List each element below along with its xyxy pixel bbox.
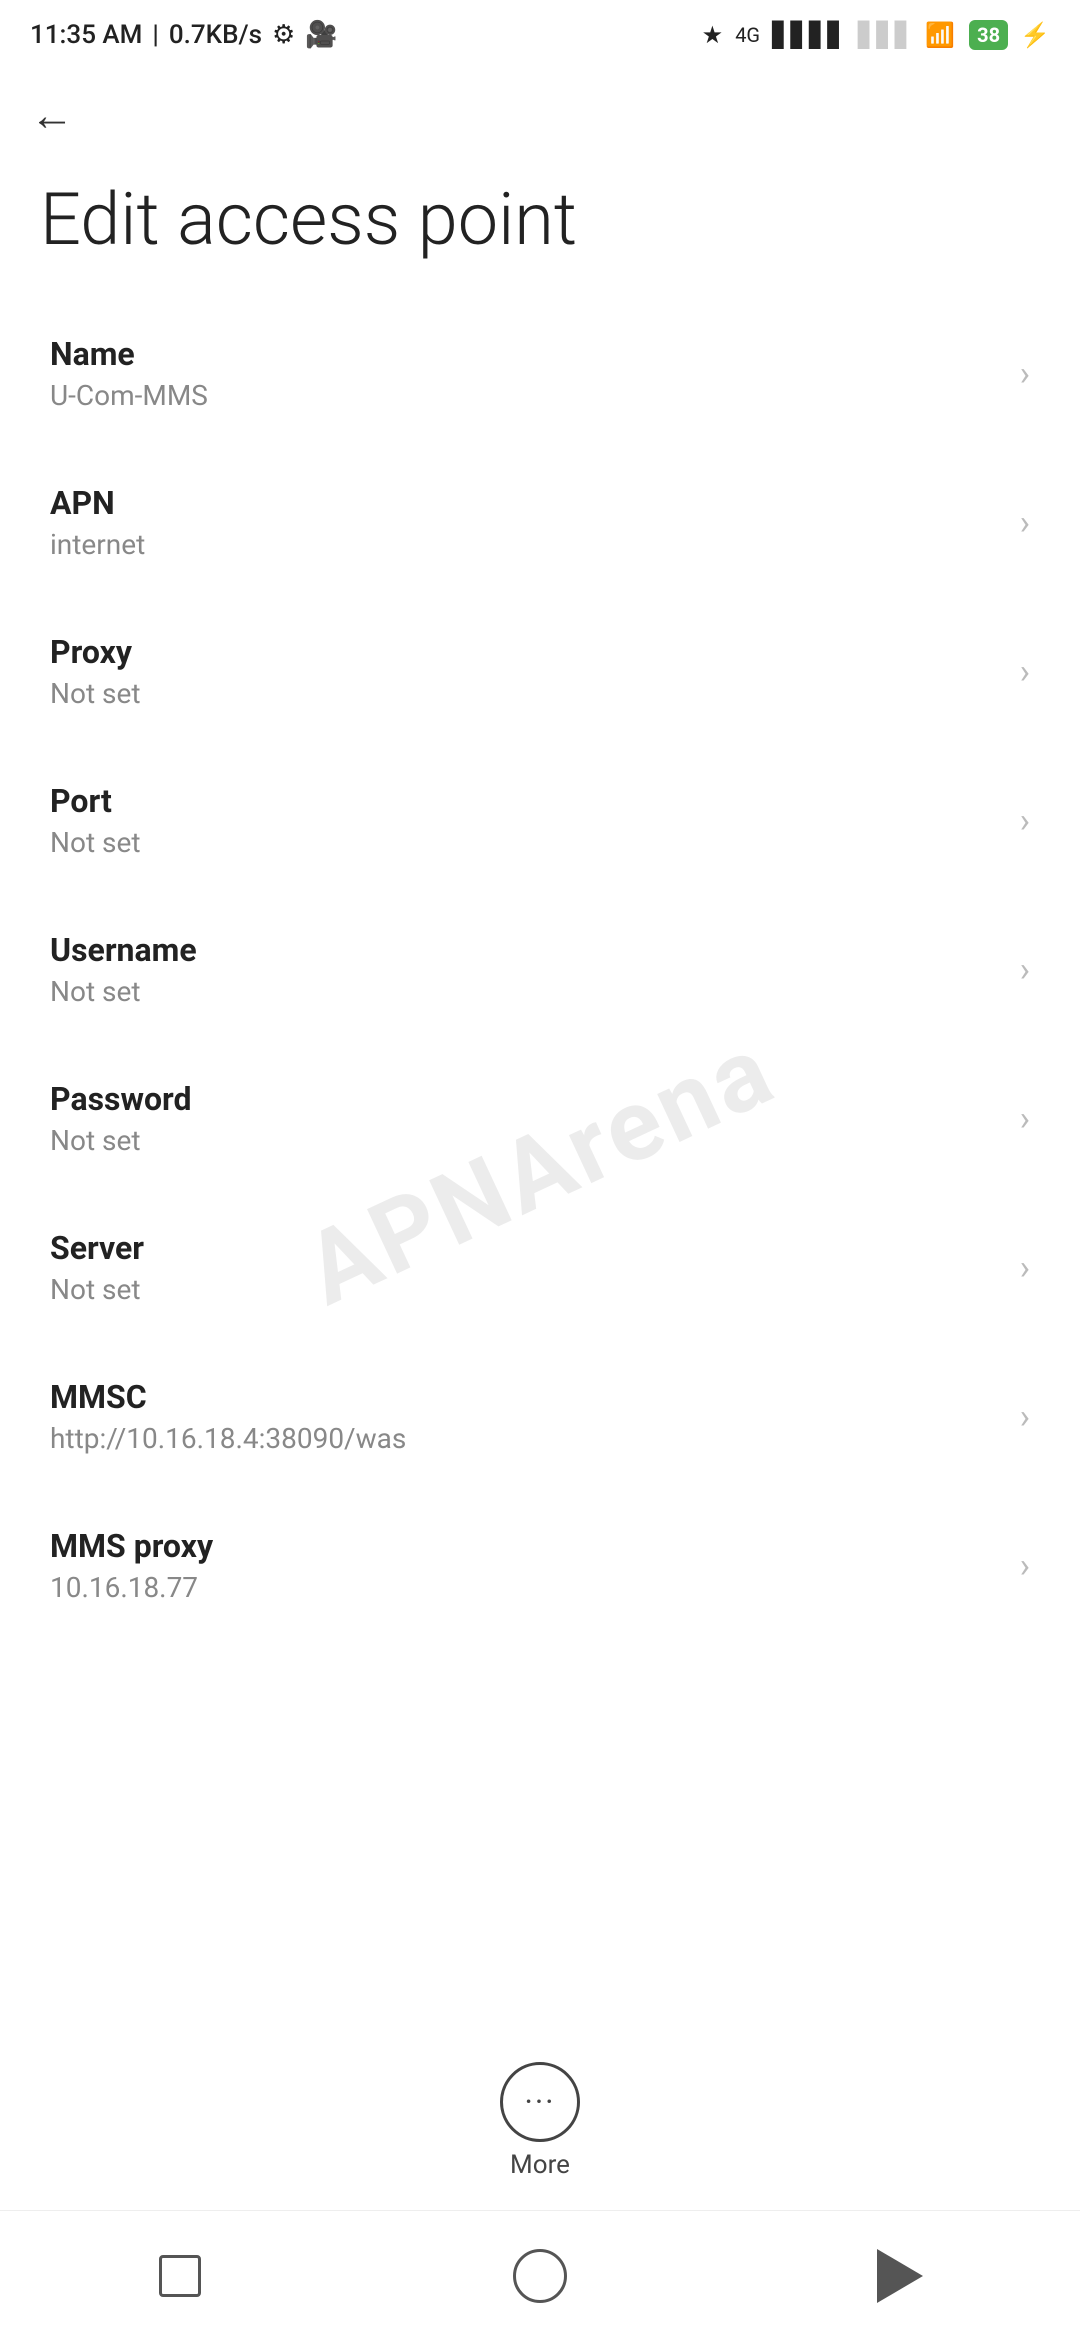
settings-item-proxy[interactable]: Proxy Not set ›: [0, 597, 1080, 746]
settings-item-password[interactable]: Password Not set ›: [0, 1044, 1080, 1193]
settings-list: Name U-Com-MMS › APN internet › Proxy No…: [0, 299, 1080, 1640]
top-nav: ←: [0, 70, 1080, 160]
home-button[interactable]: [500, 2236, 580, 2316]
camera-icon: 🎥: [305, 20, 337, 50]
settings-value-apn: internet: [50, 528, 1000, 561]
chevron-icon-apn: ›: [1020, 503, 1030, 543]
charging-icon: ⚡: [1020, 21, 1050, 49]
settings-label-proxy: Proxy: [50, 633, 1000, 671]
settings-label-port: Port: [50, 782, 1000, 820]
settings-item-server[interactable]: Server Not set ›: [0, 1193, 1080, 1342]
back-button[interactable]: ←: [30, 93, 74, 137]
triangle-icon: [877, 2249, 923, 2303]
settings-item-content-username: Username Not set: [50, 931, 1000, 1008]
settings-item-username[interactable]: Username Not set ›: [0, 895, 1080, 1044]
square-icon: [159, 2255, 201, 2297]
settings-item-content-password: Password Not set: [50, 1080, 1000, 1157]
settings-label-apn: APN: [50, 484, 1000, 522]
circle-icon: [513, 2249, 567, 2303]
settings-value-mms-proxy: 10.16.18.77: [50, 1571, 1000, 1604]
settings-label-username: Username: [50, 931, 1000, 969]
battery-indicator: 38: [969, 20, 1008, 50]
settings-item-mms-proxy[interactable]: MMS proxy 10.16.18.77 ›: [0, 1491, 1080, 1640]
recents-button[interactable]: [140, 2236, 220, 2316]
settings-label-mmsc: MMSC: [50, 1378, 1000, 1416]
settings-value-password: Not set: [50, 1124, 1000, 1157]
settings-value-port: Not set: [50, 826, 1000, 859]
settings-icon: ⚙: [272, 20, 295, 50]
signal-bars-icon: ▋▋▋▋: [772, 21, 846, 49]
more-label: More: [510, 2150, 570, 2180]
chevron-icon-mmsc: ›: [1020, 1397, 1030, 1437]
time-display: 11:35 AM: [30, 20, 142, 50]
settings-item-apn[interactable]: APN internet ›: [0, 448, 1080, 597]
settings-value-name: U-Com-MMS: [50, 379, 1000, 412]
chevron-icon-port: ›: [1020, 801, 1030, 841]
settings-item-content-proxy: Proxy Not set: [50, 633, 1000, 710]
bottom-nav: [0, 2210, 1080, 2340]
settings-value-proxy: Not set: [50, 677, 1000, 710]
settings-item-content-mmsc: MMSC http://10.16.18.4:38090/was: [50, 1378, 1000, 1455]
chevron-icon-mms-proxy: ›: [1020, 1546, 1030, 1586]
settings-item-content-server: Server Not set: [50, 1229, 1000, 1306]
bluetooth-icon: ★: [702, 21, 724, 49]
chevron-icon-password: ›: [1020, 1099, 1030, 1139]
settings-label-server: Server: [50, 1229, 1000, 1267]
signal-bars2-icon: ▋▋▋: [858, 21, 913, 49]
settings-value-server: Not set: [50, 1273, 1000, 1306]
chevron-icon-server: ›: [1020, 1248, 1030, 1288]
settings-item-content-port: Port Not set: [50, 782, 1000, 859]
data-speed: 0.7KB/s: [169, 20, 262, 50]
settings-item-content-apn: APN internet: [50, 484, 1000, 561]
status-left: 11:35 AM | 0.7KB/s ⚙ 🎥: [30, 20, 338, 50]
settings-item-content-name: Name U-Com-MMS: [50, 335, 1000, 412]
settings-value-mmsc: http://10.16.18.4:38090/was: [50, 1422, 1000, 1455]
status-right: ★ 4G ▋▋▋▋ ▋▋▋ 📶 38 ⚡: [702, 20, 1050, 50]
settings-item-content-mms-proxy: MMS proxy 10.16.18.77: [50, 1527, 1000, 1604]
settings-item-name[interactable]: Name U-Com-MMS ›: [0, 299, 1080, 448]
settings-item-port[interactable]: Port Not set ›: [0, 746, 1080, 895]
chevron-icon-username: ›: [1020, 950, 1030, 990]
more-circle-icon: ···: [500, 2062, 580, 2142]
status-bar: 11:35 AM | 0.7KB/s ⚙ 🎥 ★ 4G ▋▋▋▋ ▋▋▋ 📶 3…: [0, 0, 1080, 70]
speed-display: |: [152, 20, 158, 50]
wifi-icon: 📶: [925, 21, 955, 49]
settings-label-password: Password: [50, 1080, 1000, 1118]
settings-label-mms-proxy: MMS proxy: [50, 1527, 1000, 1565]
chevron-icon-name: ›: [1020, 354, 1030, 394]
more-button[interactable]: ··· More: [500, 2062, 580, 2180]
page-title-container: Edit access point: [0, 160, 1080, 299]
settings-item-mmsc[interactable]: MMSC http://10.16.18.4:38090/was ›: [0, 1342, 1080, 1491]
back-nav-button[interactable]: [860, 2236, 940, 2316]
signal-4g-icon: 4G: [735, 23, 760, 47]
chevron-icon-proxy: ›: [1020, 652, 1030, 692]
page-title: Edit access point: [40, 180, 1040, 259]
settings-value-username: Not set: [50, 975, 1000, 1008]
settings-label-name: Name: [50, 335, 1000, 373]
